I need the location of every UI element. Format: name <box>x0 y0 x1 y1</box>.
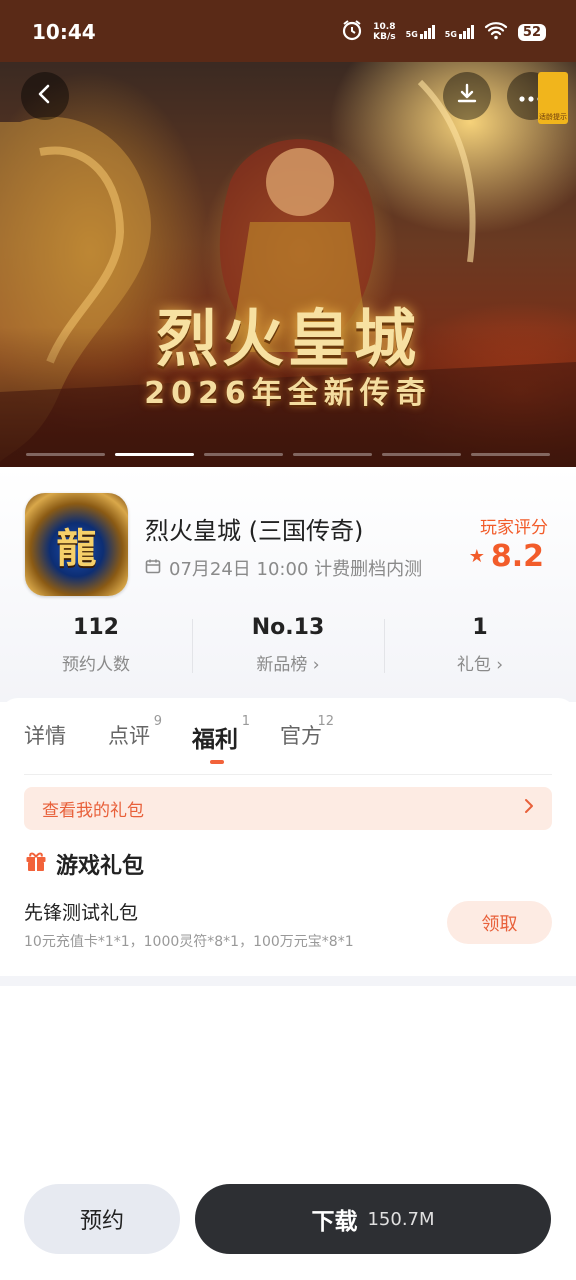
hero-title: 烈火皇城 <box>155 302 420 375</box>
network-speed-value: 10.8 <box>373 22 396 32</box>
game-icon: 龍 <box>25 493 128 596</box>
alarm-icon <box>341 19 363 45</box>
tab-details[interactable]: 详情 <box>24 720 66 750</box>
stat-label: 礼包 › <box>384 650 576 675</box>
carousel-indicator <box>26 453 550 456</box>
my-gifts-link[interactable]: 查看我的礼包 <box>24 787 552 830</box>
game-name: 烈火皇城 (三国传奇) <box>145 517 364 545</box>
tab-bar: 详情 点评 9 福利 1 官方 12 <box>24 714 364 764</box>
sim1-label: 5G <box>405 30 418 39</box>
section-separator <box>0 976 576 986</box>
back-button[interactable] <box>21 72 69 120</box>
status-icons: 10.8 KB/s 5G 5G 52 <box>341 19 546 45</box>
signal-icon: 5G <box>445 25 474 39</box>
age-rating-badge[interactable]: 适龄提示 <box>538 72 568 124</box>
gift-icon <box>24 849 48 879</box>
tab-count: 12 <box>317 714 334 729</box>
tab-official[interactable]: 官方 12 <box>280 714 334 750</box>
stat-label-text: 新品榜 <box>256 655 308 675</box>
carousel-dot-active[interactable] <box>115 453 194 456</box>
divider <box>24 774 552 775</box>
network-speed-unit: KB/s <box>373 32 396 42</box>
rating-value: 8.2 <box>490 539 544 574</box>
claim-button[interactable]: 领取 <box>447 901 552 944</box>
chevron-right-icon: › <box>312 655 320 675</box>
stat-value: 112 <box>73 615 119 640</box>
sim2-label: 5G <box>444 30 457 39</box>
release-date-text: 07月24日 10:00 计费删档内测 <box>169 559 423 580</box>
tab-label: 官方 <box>280 724 322 748</box>
reserve-button[interactable]: 预约 <box>24 1184 180 1254</box>
carousel-dot[interactable] <box>382 453 461 456</box>
gift-section-title: 游戏礼包 <box>24 848 144 880</box>
my-gifts-link-label: 查看我的礼包 <box>42 801 144 821</box>
download-manager-button[interactable] <box>443 72 491 120</box>
active-tab-indicator <box>210 760 224 764</box>
download-size: 150.7M <box>367 1208 435 1230</box>
download-button[interactable]: 下载 150.7M <box>195 1184 551 1254</box>
rating-label: 玩家评分 <box>480 518 548 538</box>
download-icon <box>455 82 479 110</box>
tab-count: 9 <box>153 714 162 729</box>
player-rating[interactable]: ★ 8.2 <box>469 539 544 574</box>
hero-subtitle: 2026年全新传奇 <box>144 376 432 411</box>
hero-banner[interactable]: 烈火皇城 2026年全新传奇 适龄提示 <box>0 62 576 467</box>
carousel-dot[interactable] <box>204 453 283 456</box>
chevron-right-icon <box>524 798 534 819</box>
gift-section-title-text: 游戏礼包 <box>56 854 145 879</box>
signal-icon: 5G <box>406 25 435 39</box>
stat-reservations: 112 预约人数 <box>0 615 192 675</box>
gift-name: 先锋测试礼包 <box>24 902 139 924</box>
tab-welfare[interactable]: 福利 1 <box>192 714 250 764</box>
carousel-dot[interactable] <box>26 453 105 456</box>
stat-value: No.13 <box>251 615 325 640</box>
status-bar: 10:44 10.8 KB/s 5G 5G 52 <box>0 0 576 62</box>
age-notice-label: 适龄提示 <box>539 113 567 121</box>
stat-new-ranking[interactable]: No.13 新品榜 › <box>192 615 384 675</box>
tab-label: 福利 <box>192 727 238 753</box>
stat-value: 1 <box>472 615 488 640</box>
tab-reviews[interactable]: 点评 9 <box>108 714 162 750</box>
star-icon: ★ <box>468 546 485 567</box>
download-label: 下载 <box>311 1209 358 1235</box>
stat-label: 预约人数 <box>62 655 130 675</box>
battery-icon: 52 <box>517 23 546 41</box>
game-info: 龍 烈火皇城 (三国传奇) 07月24日 10:00 计费删档内测 玩家评分 ★… <box>0 467 576 702</box>
wifi-icon <box>484 20 508 44</box>
stat-gift-packs[interactable]: 1 礼包 › <box>384 615 576 675</box>
release-date: 07月24日 10:00 计费删档内测 <box>145 555 422 581</box>
calendar-icon <box>145 558 161 579</box>
carousel-dot[interactable] <box>293 453 372 456</box>
stat-label: 新品榜 › <box>192 650 384 675</box>
game-icon-glyph: 龍 <box>56 524 97 572</box>
gift-description: 10元充值卡*1*1，1000灵符*8*1，100万元宝*8*1 <box>24 934 354 950</box>
stat-label-text: 礼包 <box>456 655 491 675</box>
stats-row: 112 预约人数 No.13 新品榜 › 1 礼包 › <box>0 615 576 675</box>
chevron-right-icon: › <box>496 655 504 675</box>
tab-count: 1 <box>241 714 250 729</box>
tab-label: 详情 <box>24 724 66 748</box>
content-panel: 详情 点评 9 福利 1 官方 12 查看我的礼包 游戏礼包 先锋测试礼包 10… <box>0 698 576 976</box>
status-time: 10:44 <box>32 20 96 44</box>
chevron-left-icon <box>34 83 56 109</box>
tab-label: 点评 <box>108 724 150 748</box>
network-speed: 10.8 KB/s <box>373 22 395 42</box>
carousel-dot[interactable] <box>471 453 550 456</box>
